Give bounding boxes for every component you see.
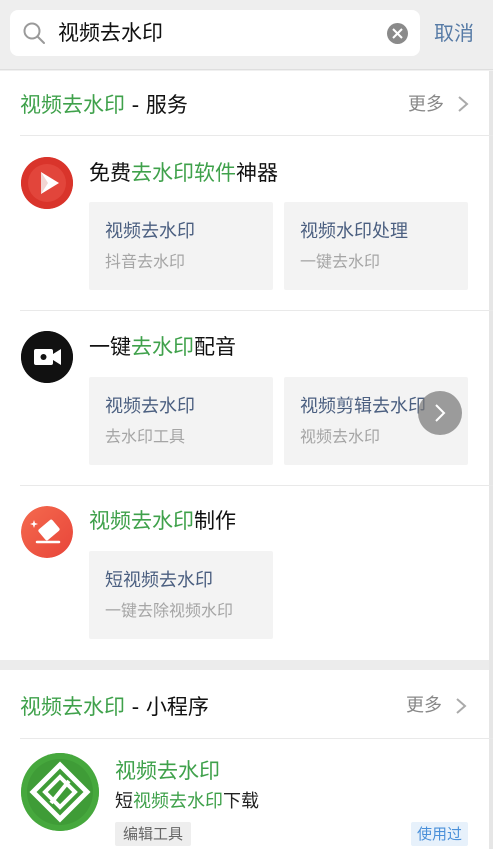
service-tile[interactable]: 视频水印处理 一键去水印: [284, 202, 468, 290]
chevron-right-icon[interactable]: [457, 95, 469, 113]
tile-title: 视频去水印: [105, 396, 195, 417]
tile-subtitle: 一键去除视频水印: [105, 601, 234, 620]
title-prefix: 一键: [89, 335, 131, 359]
service-tile[interactable]: 视频去水印 抖音去水印: [89, 202, 273, 290]
service-tile[interactable]: 短视频去水印 一键去除视频水印: [89, 551, 273, 639]
service-item-title[interactable]: 视频去水印制作: [89, 506, 236, 536]
divider: [20, 310, 493, 311]
used-badge: 使用过: [411, 822, 469, 846]
play-app-icon[interactable]: [21, 157, 73, 209]
services-heading-suffix: - 服务: [125, 93, 188, 117]
services-heading-keyword: 视频去水印: [20, 93, 125, 117]
tile-title: 视频水印处理: [300, 221, 408, 242]
miniprogram-title[interactable]: 视频去水印: [115, 756, 220, 786]
services-heading: 视频去水印 - 服务: [20, 90, 188, 120]
eraser-app-icon[interactable]: [21, 506, 73, 558]
title-highlight: 去水印软件: [131, 161, 236, 185]
tile-title: 短视频去水印: [105, 570, 213, 591]
tile-subtitle: 一键去水印: [300, 252, 381, 271]
miniprogram-desc: 短视频去水印下载: [115, 789, 259, 815]
miniprogram-logo-icon[interactable]: [21, 753, 99, 831]
tile-subtitle: 去水印工具: [105, 427, 186, 446]
scroll-next-button[interactable]: [418, 391, 462, 435]
title-highlight: 视频去水印: [89, 509, 194, 533]
tile-title: 视频去水印: [105, 221, 195, 242]
services-more-link[interactable]: 更多: [408, 92, 444, 118]
clear-icon[interactable]: [387, 23, 408, 44]
search-box[interactable]: 视频去水印: [10, 10, 420, 56]
tile-title: 视频剪辑去水印: [300, 396, 426, 417]
search-bar: 视频去水印 取消: [0, 0, 493, 70]
title-suffix: 神器: [236, 161, 278, 185]
title-prefix: 免费: [89, 161, 131, 185]
category-tag: 编辑工具: [115, 822, 192, 846]
chevron-right-icon[interactable]: [455, 697, 467, 715]
video-camera-app-icon[interactable]: [21, 331, 73, 383]
service-item-title[interactable]: 一键去水印配音: [89, 332, 236, 362]
title-highlight: 去水印: [131, 335, 194, 359]
search-input[interactable]: 视频去水印: [58, 19, 163, 47]
desc-highlight: 视频去水印: [133, 791, 223, 812]
title-suffix: 配音: [194, 335, 236, 359]
service-item-title[interactable]: 免费去水印软件神器: [89, 158, 278, 188]
desc-prefix: 短: [115, 791, 133, 812]
divider: [20, 738, 493, 739]
tile-subtitle: 抖音去水印: [105, 252, 186, 271]
search-icon: [22, 21, 46, 45]
miniprogram-heading-suffix: - 小程序: [125, 695, 209, 719]
divider: [20, 135, 493, 136]
section-gap: [0, 660, 489, 670]
tile-subtitle: 视频去水印: [300, 427, 381, 446]
miniprogram-heading-keyword: 视频去水印: [20, 695, 125, 719]
title-suffix: 制作: [194, 509, 236, 533]
chevron-right-icon: [435, 404, 446, 422]
cancel-button[interactable]: 取消: [434, 19, 474, 47]
service-tile[interactable]: 视频去水印 去水印工具: [89, 377, 273, 465]
divider: [20, 485, 493, 486]
miniprogram-heading: 视频去水印 - 小程序: [20, 692, 209, 722]
miniprogram-more-link[interactable]: 更多: [406, 693, 442, 719]
desc-suffix: 下载: [223, 791, 259, 812]
background-strip: [489, 71, 493, 849]
